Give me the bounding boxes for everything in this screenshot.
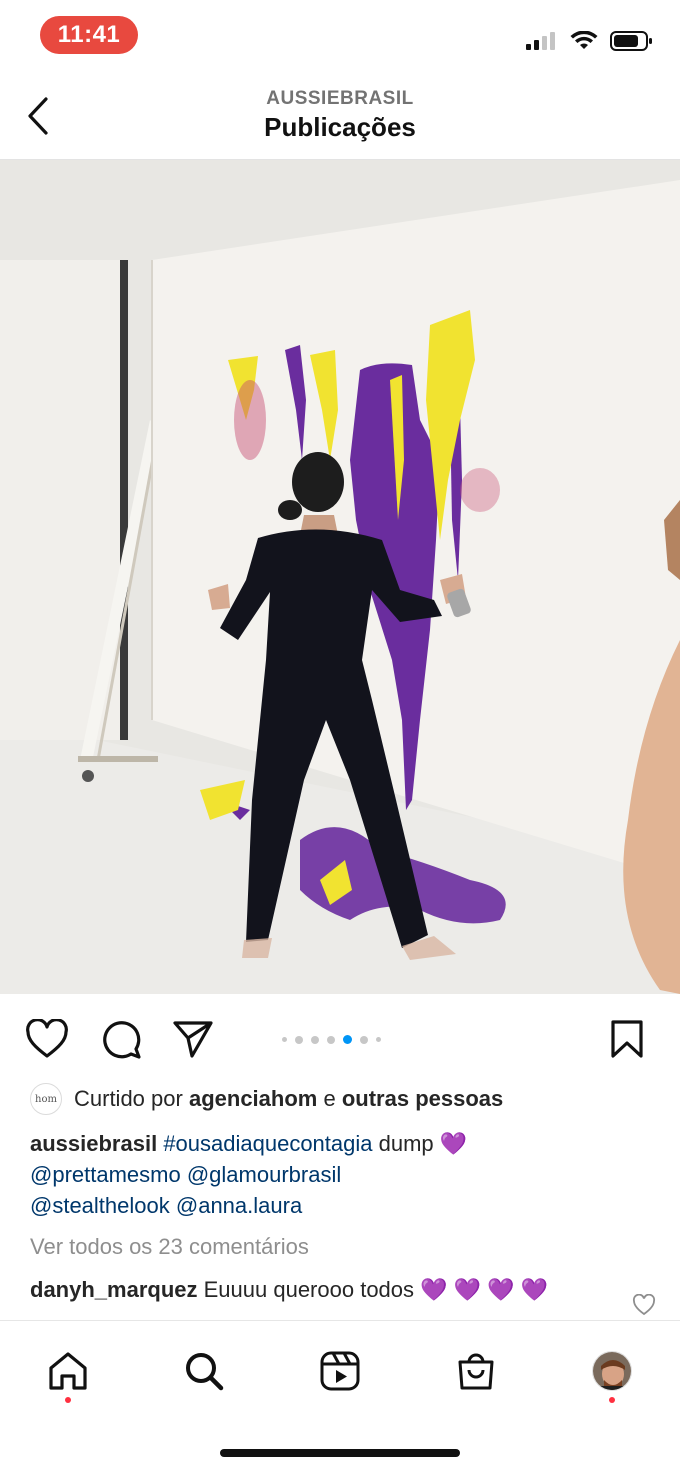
comment-text: Euuuu querooo todos [203, 1277, 415, 1302]
carousel-dot [327, 1035, 335, 1044]
save-button[interactable] [604, 1016, 650, 1062]
liker-username[interactable]: agenciahom [189, 1086, 317, 1111]
account-name: AUSSIEBRASIL [266, 88, 414, 109]
home-notification-dot [65, 1397, 71, 1403]
carousel-indicator [282, 1035, 381, 1044]
comment-preview: danyh_marquez Euuuu querooo todos 💜 💜 💜 … [30, 1274, 620, 1305]
profile-avatar [592, 1351, 632, 1391]
status-icons [526, 30, 654, 52]
wifi-icon [570, 31, 598, 49]
paper-plane-icon [173, 1021, 213, 1058]
reels-icon [320, 1351, 360, 1391]
heart-outline-icon [26, 1019, 68, 1058]
carousel-dot [282, 1037, 287, 1042]
caption-hashtag[interactable]: #ousadiaquecontagia [163, 1131, 372, 1156]
posts-header: AUSSIEBRASIL Publicações [0, 72, 680, 160]
cellular-signal-icon [526, 32, 555, 50]
likes-summary[interactable]: hom Curtido por agenciahom e outras pess… [30, 1082, 503, 1116]
shopping-bag-icon [458, 1353, 494, 1390]
share-button[interactable] [170, 1016, 216, 1062]
likes-others[interactable]: outras pessoas [342, 1086, 503, 1111]
likes-joiner: e [323, 1086, 336, 1111]
carousel-dot [360, 1035, 368, 1044]
profile-photo [593, 1352, 631, 1390]
comment-button[interactable] [98, 1016, 144, 1062]
liker-avatar[interactable]: hom [30, 1083, 62, 1115]
search-icon [186, 1353, 224, 1391]
likes-prefix: Curtido por [74, 1086, 183, 1111]
post-photo[interactable] [0, 160, 680, 994]
caption-mention[interactable]: @anna.laura [176, 1193, 302, 1218]
nav-shop[interactable] [450, 1345, 502, 1397]
view-all-comments-link[interactable]: Ver todos os 23 comentários [30, 1234, 309, 1260]
bottom-navigation [0, 1320, 680, 1472]
carousel-dot [311, 1035, 319, 1044]
heart-outline-icon [632, 1293, 656, 1316]
likes-text: Curtido por agenciahom e outras pessoas [74, 1086, 503, 1112]
battery-icon [610, 31, 652, 51]
nav-home[interactable] [42, 1345, 94, 1397]
caption-mention[interactable]: @glamourbrasil [187, 1162, 341, 1187]
post-image [0, 160, 680, 994]
like-button[interactable] [24, 1016, 70, 1062]
nav-profile[interactable] [586, 1345, 638, 1397]
bookmark-icon [611, 1020, 643, 1058]
caption-mention[interactable]: @stealthelook [30, 1193, 170, 1218]
caption-mention[interactable]: @prettamesmo [30, 1162, 181, 1187]
nav-reels[interactable] [314, 1345, 366, 1397]
comment-bubble-icon [103, 1021, 141, 1059]
comment-username[interactable]: danyh_marquez [30, 1277, 198, 1302]
purple-heart-emoji: 💜 [439, 1131, 468, 1156]
status-time: 11:41 [40, 16, 138, 54]
post-actions [0, 1004, 680, 1072]
status-bar: 11:41 [0, 0, 680, 72]
caption-text: dump [378, 1131, 434, 1156]
liker-avatar-logo: hom [35, 1093, 57, 1105]
caption-username[interactable]: aussiebrasil [30, 1131, 157, 1156]
carousel-dot [295, 1035, 303, 1044]
page-title: Publicações [264, 112, 416, 142]
home-icon [49, 1352, 87, 1390]
carousel-dot [376, 1037, 381, 1042]
home-indicator [220, 1449, 460, 1457]
comment-like-button[interactable] [632, 1293, 656, 1318]
profile-notification-dot [609, 1397, 615, 1403]
comment-emojis: 💜 💜 💜 💜 [420, 1277, 549, 1302]
carousel-dot-active [343, 1035, 352, 1044]
nav-search[interactable] [178, 1345, 230, 1397]
post-caption: aussiebrasil #ousadiaquecontagia dump 💜 … [30, 1128, 650, 1221]
